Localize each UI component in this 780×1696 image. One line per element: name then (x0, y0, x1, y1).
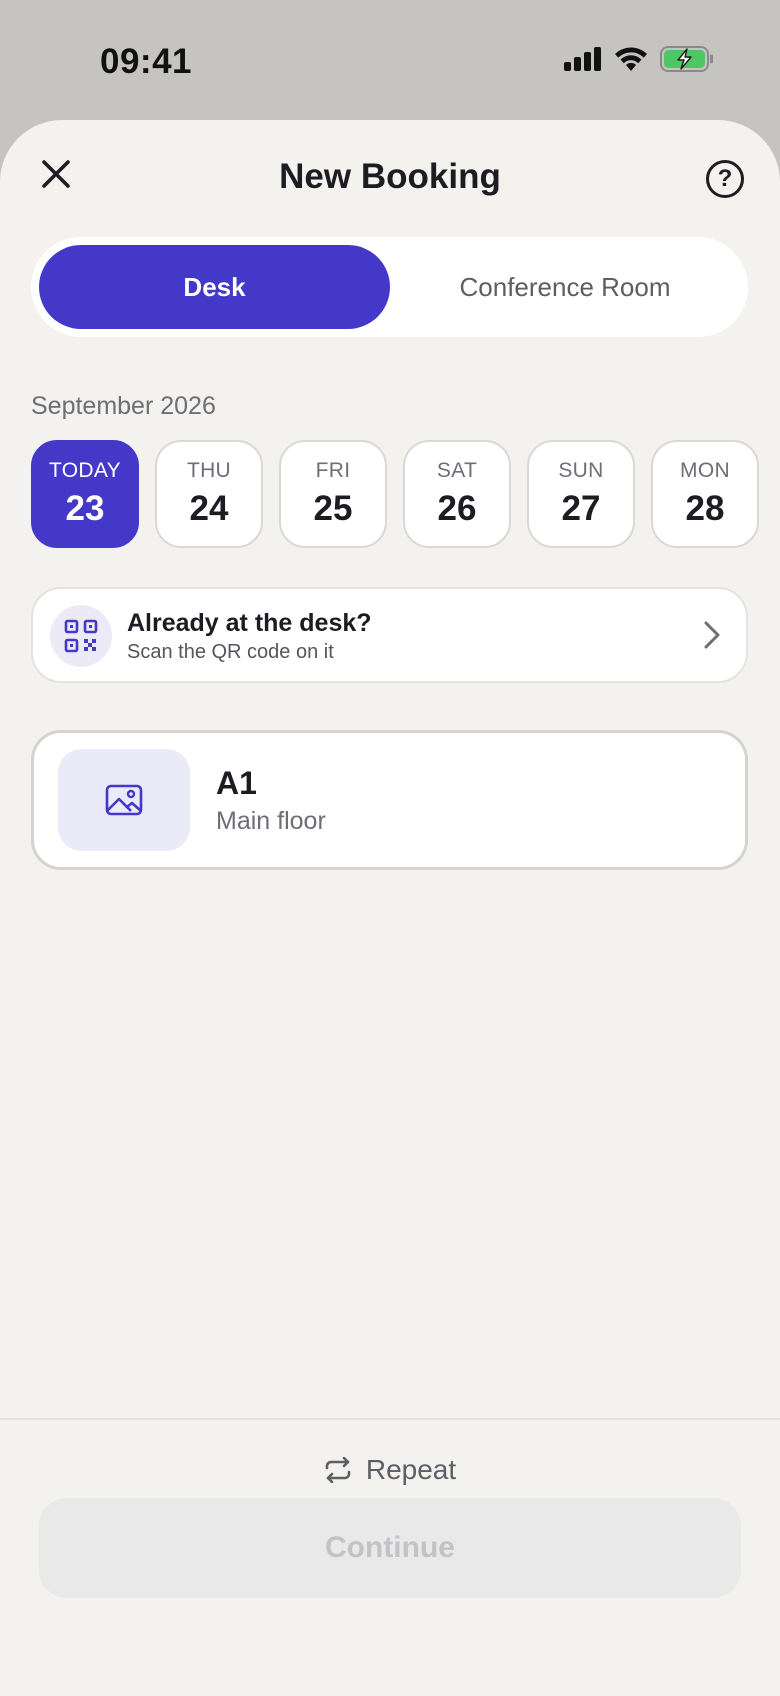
qr-code-icon (64, 619, 98, 653)
date-chip-dow: SAT (436, 459, 478, 482)
help-icon: ? (717, 165, 733, 192)
date-chip-dow: FRI (315, 459, 351, 482)
month-label: September 2026 (31, 392, 216, 420)
date-chip-23[interactable]: TODAY 23 (31, 440, 139, 548)
page-title: New Booking (279, 157, 501, 196)
continue-button[interactable]: Continue (39, 1498, 741, 1598)
date-chip-num: 25 (313, 489, 353, 528)
date-chip-dow: MON (680, 459, 730, 482)
date-chip-num: 24 (189, 489, 229, 528)
status-bar: 09:41 (0, 0, 780, 120)
image-icon (105, 784, 143, 816)
repeat-button[interactable]: Repeat (0, 1444, 780, 1496)
desk-name: A1 (216, 765, 257, 801)
desk-thumbnail (58, 749, 190, 851)
date-chip-dow: SUN (558, 459, 604, 482)
battery-charging-icon (660, 46, 713, 72)
date-picker: TODAY 23 THU 24 FRI 25 SAT 26 SUN 27 MON… (31, 440, 780, 550)
tab-conference-room[interactable]: Conference Room (390, 245, 740, 329)
booking-type-toggle: Desk Conference Room (31, 237, 748, 337)
repeat-icon (325, 1457, 351, 1483)
desk-card[interactable]: A1 Main floor (31, 730, 748, 870)
date-chip-26[interactable]: SAT 26 (403, 440, 511, 548)
status-icons (564, 46, 714, 72)
qr-card-title: Already at the desk? (127, 609, 372, 637)
date-chip-dow: TODAY (49, 459, 121, 482)
footer-divider (0, 1418, 780, 1420)
chevron-right-icon (704, 621, 720, 649)
date-chip-25[interactable]: FRI 25 (279, 440, 387, 548)
date-chip-27[interactable]: SUN 27 (527, 440, 635, 548)
booking-sheet: New Booking ? Desk Conference Room Septe… (0, 120, 780, 1696)
desk-floor: Main floor (216, 807, 326, 835)
qr-card-subtitle: Scan the QR code on it (127, 641, 334, 663)
date-chip-num: 27 (561, 489, 601, 528)
date-chip-28[interactable]: MON 28 (651, 440, 759, 548)
date-chip-num: 23 (65, 489, 105, 528)
date-chip-dow: THU (186, 459, 232, 482)
qr-scan-card[interactable]: Already at the desk? Scan the QR code on… (31, 587, 748, 683)
wifi-icon (615, 47, 647, 71)
qr-icon-badge (50, 605, 112, 667)
date-chip-24[interactable]: THU 24 (155, 440, 263, 548)
repeat-label: Repeat (365, 1454, 457, 1485)
date-chip-num: 26 (437, 489, 477, 528)
signal-icon (564, 47, 601, 71)
help-button[interactable]: ? (706, 160, 744, 198)
date-chip-num: 28 (685, 489, 725, 528)
status-time: 09:41 (100, 42, 193, 81)
sheet-header: New Booking ? (0, 120, 780, 240)
tab-desk[interactable]: Desk (39, 245, 390, 329)
